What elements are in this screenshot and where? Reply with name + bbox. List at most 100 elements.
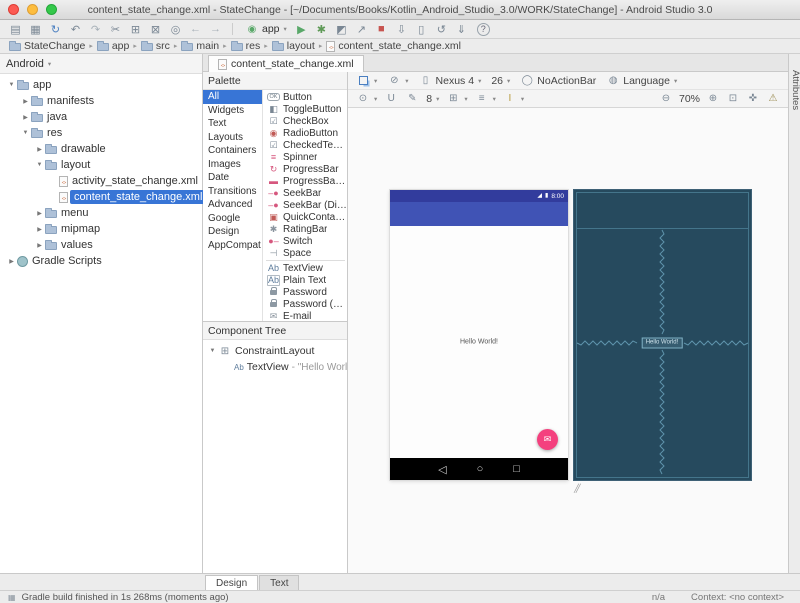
palette-category-widgets[interactable]: Widgets xyxy=(203,104,262,118)
nav-home-icon[interactable]: ○ xyxy=(477,463,484,475)
paste-icon[interactable]: ⊠ xyxy=(146,22,165,37)
palette-category-all[interactable]: All xyxy=(203,90,262,104)
tab-text[interactable]: Text xyxy=(259,575,299,590)
palette-item-space[interactable]: ⊣Space xyxy=(264,247,347,259)
tree-item-values[interactable]: ▶values xyxy=(0,237,202,253)
editor-tab[interactable]: content_state_change.xml xyxy=(208,55,364,72)
project-view-selector[interactable]: Android xyxy=(6,58,44,70)
chevron-right-icon[interactable]: ▶ xyxy=(34,210,45,217)
hello-world-text[interactable]: Hello World! xyxy=(390,339,568,346)
tree-item-manifests[interactable]: ▶manifests xyxy=(0,93,202,109)
chevron-right-icon[interactable]: ▶ xyxy=(34,242,45,249)
palette-item-seekbar[interactable]: ‒●SeekBar xyxy=(264,187,347,199)
chevron-right-icon[interactable]: ▶ xyxy=(34,146,45,153)
tree-item-app[interactable]: ▼app xyxy=(0,77,202,93)
chevron-right-icon[interactable]: ▶ xyxy=(6,258,17,265)
palette-category-advanced[interactable]: Advanced xyxy=(203,198,262,212)
palette-item-radiobutton[interactable]: ◉RadioButton xyxy=(264,127,347,139)
sync-project-icon[interactable]: ↺ xyxy=(432,22,451,37)
close-button[interactable] xyxy=(8,4,19,15)
chevron-right-icon[interactable]: ▶ xyxy=(20,98,31,105)
save-icon[interactable]: ▦ xyxy=(26,22,45,37)
palette-item-checkbox[interactable]: ☑CheckBox xyxy=(264,115,347,127)
breadcrumb-item-src[interactable]: src xyxy=(140,40,171,52)
chevron-down-icon[interactable]: ▼ xyxy=(6,82,17,88)
undo-icon[interactable]: ↶ xyxy=(66,22,85,37)
palette-category-date[interactable]: Date xyxy=(203,171,262,185)
tree-item-mipmap[interactable]: ▶mipmap xyxy=(0,221,202,237)
nav-back-icon[interactable]: ◁ xyxy=(438,463,446,476)
pan-button[interactable]: ✜ xyxy=(746,92,760,105)
palette-item-checkedtextview[interactable]: ☑CheckedTextView xyxy=(264,139,347,151)
palette-item-password-num[interactable]: Password (Num... xyxy=(264,298,347,310)
palette-category-text[interactable]: Text xyxy=(203,117,262,131)
component-tree-item-textview[interactable]: AbTextView- "Hello World!" xyxy=(203,359,347,375)
chevron-right-icon[interactable]: ▶ xyxy=(20,114,31,121)
breadcrumb-item-statechange[interactable]: StateChange xyxy=(8,40,86,52)
chevron-right-icon[interactable]: ▶ xyxy=(34,226,45,233)
palette-category-transitions[interactable]: Transitions xyxy=(203,185,262,199)
tree-item-java[interactable]: ▶java xyxy=(0,109,202,125)
tree-item-content-state-change-xml[interactable]: content_state_change.xml xyxy=(0,189,202,205)
breadcrumb-item-content-state-change-xml[interactable]: content_state_change.xml xyxy=(325,40,462,52)
palette-item-quickcontactba[interactable]: ▣QuickContactBa... xyxy=(264,211,347,223)
default-margins-selector[interactable]: 8▾ xyxy=(426,93,439,105)
blueprint-textview[interactable]: Hello World! xyxy=(642,338,683,349)
component-tree-item-constraintlayout[interactable]: ▼⊞ConstraintLayout xyxy=(203,343,347,359)
chevron-down-icon[interactable]: ▼ xyxy=(207,348,218,354)
palette-item-ratingbar[interactable]: ✱RatingBar xyxy=(264,223,347,235)
palette-category-layouts[interactable]: Layouts xyxy=(203,131,262,145)
palette-item-togglebutton[interactable]: ◧ToggleButton xyxy=(264,103,347,115)
tree-item-gradle-scripts[interactable]: ▶Gradle Scripts xyxy=(0,253,202,269)
palette-item-plain-text[interactable]: AbPlain Text xyxy=(264,274,347,286)
surface-selector[interactable]: ▾ xyxy=(356,74,377,87)
zoom-in-button[interactable]: ⊕ xyxy=(706,92,720,105)
sdk-icon[interactable]: ⇓ xyxy=(452,22,471,37)
api-selector[interactable]: 26▾ xyxy=(491,75,510,87)
zoom-button[interactable] xyxy=(46,4,57,15)
stop-icon[interactable]: ■ xyxy=(372,22,391,37)
palette-item-progressbar-ho[interactable]: ▬ProgressBar (Ho... xyxy=(264,175,347,187)
chevron-down-icon[interactable]: ▼ xyxy=(20,130,31,136)
tree-item-menu[interactable]: ▶menu xyxy=(0,205,202,221)
run-config-selector[interactable]: ◉ app ▾ xyxy=(240,22,292,37)
breadcrumb-item-main[interactable]: main xyxy=(180,40,220,52)
forward-icon[interactable]: → xyxy=(206,22,225,37)
pack-selector[interactable]: ⊞▾ xyxy=(446,92,467,105)
nav-recents-icon[interactable]: □ xyxy=(513,463,520,475)
palette-item-spinner[interactable]: ≡Spinner xyxy=(264,151,347,163)
clear-constraints-button[interactable]: ✎ xyxy=(405,92,419,105)
breadcrumb-item-res[interactable]: res xyxy=(230,40,262,52)
tab-attributes[interactable]: Attributes xyxy=(789,70,800,110)
profiler-icon[interactable]: ↗ xyxy=(352,22,371,37)
redo-icon[interactable]: ↷ xyxy=(86,22,105,37)
palette-category-appcompat[interactable]: AppCompat xyxy=(203,239,262,253)
minimize-button[interactable] xyxy=(27,4,38,15)
palette-item-textview[interactable]: AbTextView xyxy=(264,262,347,274)
zoom-out-button[interactable]: ⊖ xyxy=(659,92,673,105)
fab-button[interactable]: ✉ xyxy=(537,429,558,450)
resize-handle[interactable]: ╱╱ xyxy=(574,484,578,493)
palette-item-switch[interactable]: ●‒Switch xyxy=(264,235,347,247)
toolwindow-toggle-icon[interactable]: ▦ xyxy=(8,593,16,602)
sync-icon[interactable]: ↻ xyxy=(46,22,65,37)
zoom-fit-button[interactable]: ⊡ xyxy=(726,92,740,105)
back-icon[interactable]: ← xyxy=(186,22,205,37)
orientation-selector[interactable]: ⊘▾ xyxy=(387,74,408,87)
tab-design[interactable]: Design xyxy=(205,575,258,590)
warnings-button[interactable]: ⚠ xyxy=(766,92,780,105)
open-icon[interactable]: ▤ xyxy=(6,22,25,37)
palette-item-button[interactable]: Button xyxy=(264,91,347,103)
debug-icon[interactable]: ✱ xyxy=(312,22,331,37)
zoom-level[interactable]: 70% xyxy=(679,93,700,105)
show-options-button[interactable]: ⊙▾ xyxy=(356,92,377,105)
attach-icon[interactable]: ⇩ xyxy=(392,22,411,37)
device-selector[interactable]: ▯Nexus 4▾ xyxy=(419,74,482,87)
tree-item-activity-state-change-xml[interactable]: activity_state_change.xml xyxy=(0,173,202,189)
align-selector[interactable]: ≡▾ xyxy=(475,92,496,105)
locale-selector[interactable]: ◍Language▾ xyxy=(606,74,677,87)
palette-category-design[interactable]: Design xyxy=(203,225,262,239)
avd-icon[interactable]: ▯ xyxy=(412,22,431,37)
theme-selector[interactable]: ◯NoActionBar xyxy=(520,74,596,87)
help-icon[interactable]: ? xyxy=(477,23,490,36)
